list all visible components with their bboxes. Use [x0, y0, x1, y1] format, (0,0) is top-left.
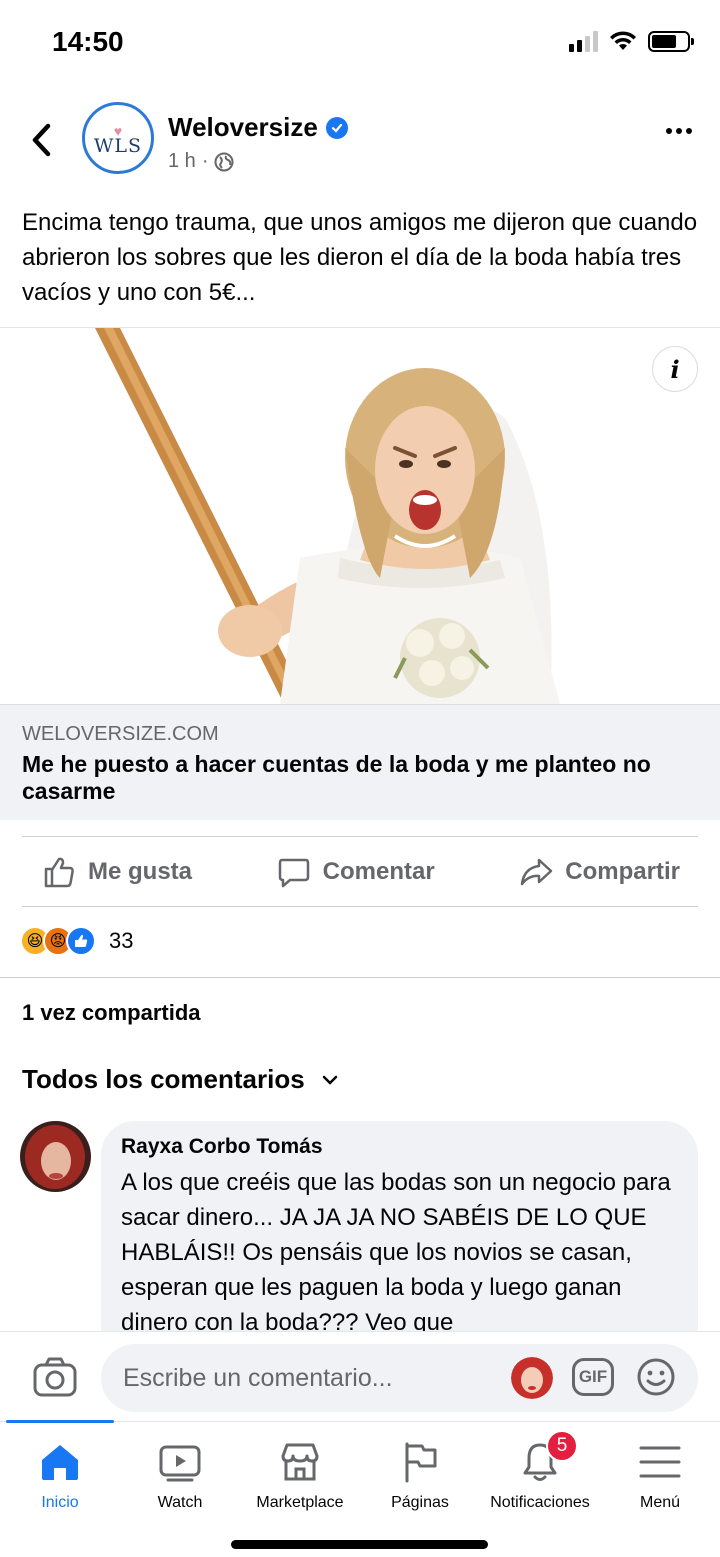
verified-badge-icon [325, 116, 348, 139]
share-arrow-icon [521, 858, 553, 885]
reaction-count: 33 [109, 928, 134, 953]
nav-pages-label: Páginas [391, 1494, 449, 1511]
link-title: Me he puesto a hacer cuentas de la boda … [22, 751, 651, 804]
reactions-summary[interactable]: 😆 😡 33 [20, 926, 133, 956]
comments-filter-label: Todos los comentarios [22, 1064, 305, 1094]
home-icon [42, 1445, 78, 1480]
comment-icon [278, 858, 309, 887]
post-meta: 1 h · [168, 150, 234, 173]
emoji-icon[interactable] [636, 1357, 676, 1397]
bottom-navigation: Inicio Watch Marketplace Páginas 5 Notif… [0, 1420, 720, 1557]
nav-notifications-label: Notificaciones [490, 1494, 590, 1511]
cellular-signal-icon [569, 30, 598, 52]
comment-composer: Escribe un comentario... GIF [0, 1331, 720, 1421]
ad-info-icon[interactable]: i [652, 346, 698, 392]
flag-icon [405, 1442, 437, 1483]
share-button[interactable]: Compartir [519, 855, 680, 889]
link-preview-image[interactable]: i [0, 328, 720, 704]
nav-home[interactable]: Inicio [0, 1422, 120, 1522]
like-reaction-icon [66, 926, 96, 956]
nav-pages[interactable]: Páginas [360, 1422, 480, 1522]
comment-text: A los que creéis que las bodas son un ne… [121, 1169, 671, 1336]
more-options-icon[interactable] [666, 128, 692, 134]
bride-with-bat-illustration [0, 328, 720, 704]
comment-author[interactable]: Rayxa Corbo Tomás [121, 1135, 678, 1159]
comment-bubble: Rayxa Corbo Tomás A los que creéis que l… [101, 1121, 698, 1361]
comments-filter-dropdown[interactable]: Todos los comentarios [22, 1064, 339, 1095]
page-avatar[interactable]: ♥ WLS [82, 102, 154, 174]
nav-menu-label: Menú [639, 1494, 681, 1511]
comment-button[interactable]: Comentar [277, 855, 435, 889]
comment-input[interactable]: Escribe un comentario... GIF [101, 1344, 698, 1412]
nav-marketplace-label: Marketplace [256, 1494, 344, 1511]
post-header: ♥ WLS Weloversize 1 h · [0, 98, 720, 188]
battery-icon [648, 30, 694, 52]
watch-icon [159, 1445, 201, 1482]
nav-marketplace[interactable]: Marketplace [240, 1422, 360, 1522]
commenter-avatar[interactable] [20, 1121, 91, 1192]
shares-count[interactable]: 1 vez compartida [22, 1000, 201, 1026]
nav-menu[interactable]: Menú [600, 1422, 720, 1522]
status-bar: 14:50 [0, 0, 720, 90]
post-actions: Me gusta Comentar Compartir [22, 836, 698, 907]
nav-notifications[interactable]: 5 Notificaciones [480, 1422, 600, 1522]
back-arrow-icon[interactable] [26, 120, 56, 160]
post-time[interactable]: 1 h [168, 150, 196, 173]
home-indicator[interactable] [231, 1540, 488, 1549]
gif-button[interactable]: GIF [572, 1358, 614, 1396]
comment-input-placeholder: Escribe un comentario... [123, 1364, 393, 1392]
divider [0, 977, 720, 978]
like-button[interactable]: Me gusta [42, 855, 192, 889]
link-preview-card[interactable]: i WELOVERSIZE.COM Me he puesto a hacer c… [0, 327, 720, 820]
link-domain: WELOVERSIZE.COM [22, 723, 219, 745]
post-text: Encima tengo trauma, que unos amigos me … [22, 209, 698, 306]
nav-home-label: Inicio [41, 1494, 79, 1511]
page-logo-text: WLS [93, 135, 143, 157]
marketplace-icon [281, 1443, 319, 1481]
status-time: 14:50 [52, 26, 124, 57]
sticker-avatar-icon[interactable] [511, 1357, 553, 1399]
camera-icon[interactable] [32, 1356, 78, 1398]
menu-icon [639, 1446, 681, 1478]
link-preview-footer[interactable]: WELOVERSIZE.COM Me he puesto a hacer cue… [0, 704, 720, 820]
comment-label: Comentar [322, 857, 435, 885]
status-icons [569, 30, 694, 52]
chevron-down-icon [322, 1075, 337, 1085]
share-label: Compartir [565, 857, 680, 885]
wifi-icon [610, 31, 636, 50]
nav-watch[interactable]: Watch [120, 1422, 240, 1522]
like-label: Me gusta [88, 857, 193, 885]
thumbs-up-icon [44, 857, 74, 887]
nav-watch-label: Watch [157, 1494, 203, 1511]
page-name-label: Weloversize [168, 112, 318, 142]
meta-separator: · [201, 150, 209, 172]
page-name[interactable]: Weloversize [168, 112, 348, 143]
notification-badge: 5 [546, 1430, 578, 1462]
globe-icon [214, 152, 234, 171]
